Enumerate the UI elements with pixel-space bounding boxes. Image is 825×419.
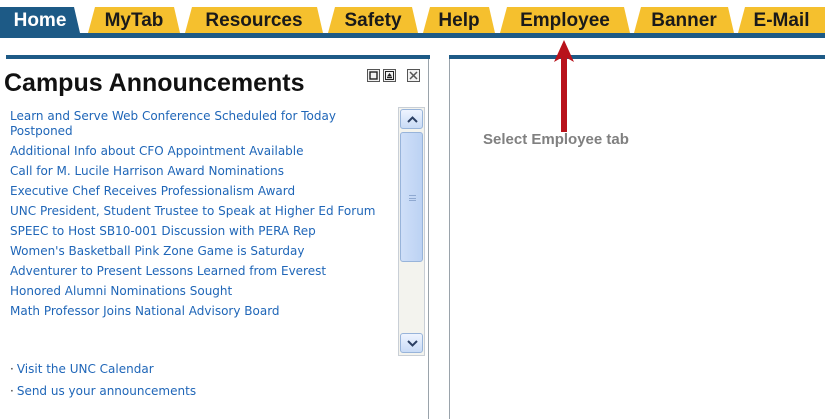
tab-safety-label: Safety: [344, 10, 402, 31]
annotation-callout: Select Employee tab: [483, 131, 629, 148]
tab-bar-underline: [0, 33, 825, 38]
tab-email[interactable]: E-Mail: [738, 7, 825, 33]
announcement-link[interactable]: UNC President, Student Trustee to Speak …: [10, 204, 395, 219]
restore-icon[interactable]: [383, 69, 396, 82]
tab-employee[interactable]: Employee: [500, 7, 630, 33]
bullet-icon: ·: [10, 384, 14, 398]
scroll-thumb[interactable]: [400, 132, 423, 262]
announcement-link[interactable]: SPEEC to Host SB10-001 Discussion with P…: [10, 224, 395, 239]
tab-employee-label: Employee: [520, 10, 610, 31]
announcement-link[interactable]: Executive Chef Receives Professionalism …: [10, 184, 395, 199]
scroll-down-button[interactable]: [400, 333, 423, 353]
tab-email-label: E-Mail: [753, 10, 810, 31]
close-icon[interactable]: [407, 69, 420, 82]
scroll-grip-icon: [409, 195, 416, 201]
tab-resources-label: Resources: [205, 10, 303, 31]
tab-home[interactable]: Home: [0, 7, 80, 33]
annotation-arrow-icon: [554, 40, 574, 132]
announcement-link[interactable]: Math Professor Joins National Advisory B…: [10, 304, 395, 319]
announcement-list: Learn and Serve Web Conference Scheduled…: [10, 109, 395, 324]
link-visit-calendar[interactable]: · Visit the UNC Calendar: [10, 362, 196, 377]
chevron-up-icon: [407, 116, 418, 123]
tab-banner[interactable]: Banner: [634, 7, 734, 33]
announcement-link[interactable]: Honored Alumni Nominations Sought: [10, 284, 395, 299]
portlet-links: · Visit the UNC Calendar · Send us your an…: [10, 362, 196, 406]
announcement-link[interactable]: Learn and Serve Web Conference Scheduled…: [10, 109, 395, 139]
tab-home-label: Home: [13, 10, 67, 31]
tab-safety[interactable]: Safety: [328, 7, 418, 33]
announcement-link[interactable]: Adventurer to Present Lessons Learned fr…: [10, 264, 395, 279]
chevron-down-icon: [407, 340, 418, 347]
right-panel-top-border: [449, 55, 825, 59]
right-panel-left-border: [449, 59, 450, 419]
portlet-top-border: [6, 55, 430, 59]
announcement-link[interactable]: Women's Basketball Pink Zone Game is Sat…: [10, 244, 395, 259]
announcement-link[interactable]: Additional Info about CFO Appointment Av…: [10, 144, 395, 159]
link-send-announcements[interactable]: · Send us your announcements: [10, 384, 196, 399]
tab-mytab[interactable]: MyTab: [88, 7, 180, 33]
tab-banner-label: Banner: [651, 10, 717, 31]
tab-help[interactable]: Help: [423, 7, 495, 33]
tab-help-label: Help: [438, 10, 480, 31]
link-visit-calendar-label: Visit the UNC Calendar: [16, 362, 154, 376]
link-send-announcements-label: Send us your announcements: [16, 384, 197, 398]
announcement-scrollbar[interactable]: [398, 107, 425, 356]
scroll-up-button[interactable]: [400, 109, 423, 129]
tab-mytab-label: MyTab: [104, 10, 164, 31]
tab-resources[interactable]: Resources: [185, 7, 323, 33]
maximize-icon[interactable]: [367, 69, 380, 82]
portal-page: Home MyTab Resources Safety Help Employe…: [0, 0, 825, 419]
tab-bar: Home MyTab Resources Safety Help Employe…: [0, 0, 825, 38]
announcement-link[interactable]: Call for M. Lucile Harrison Award Nomina…: [10, 164, 395, 179]
bullet-icon: ·: [10, 362, 14, 376]
portlet-right-border: [428, 59, 429, 419]
portlet-title: Campus Announcements: [4, 69, 305, 97]
